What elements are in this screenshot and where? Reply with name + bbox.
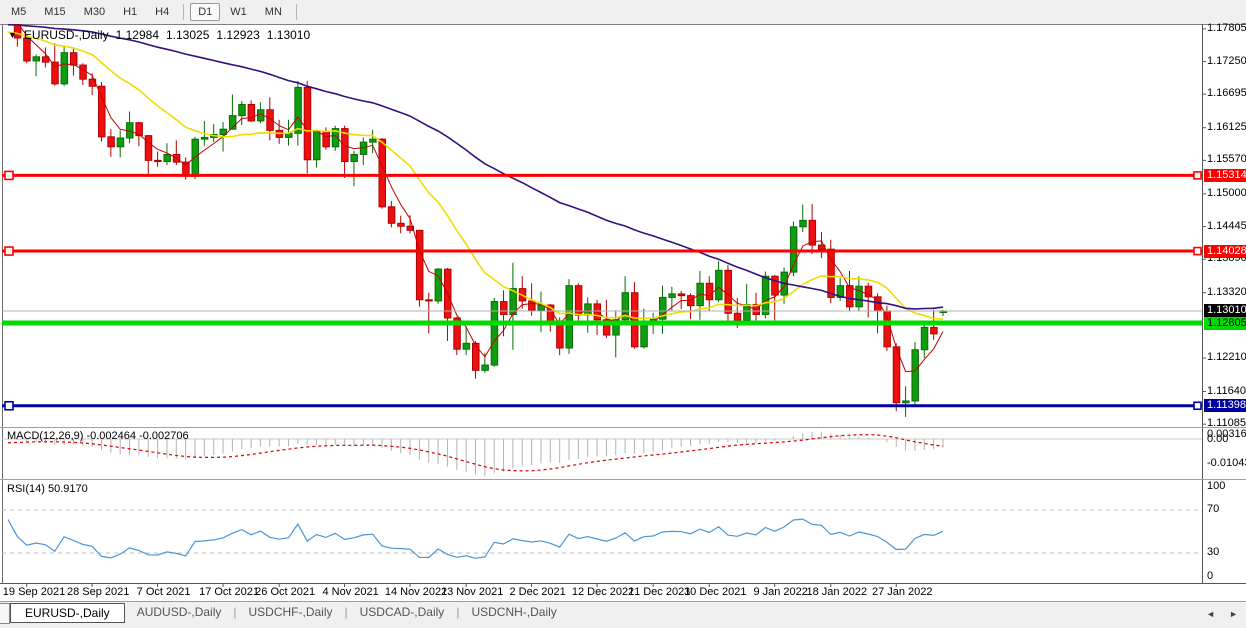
date-tick-label: 18 Jan 2022 [807, 586, 868, 598]
toolbar-separator [296, 4, 297, 20]
chart-tab-usdcnh[interactable]: USDCNH-,Daily [459, 603, 568, 621]
ohlc-low: 1.12923 [216, 28, 259, 42]
tab-strip-edge [0, 603, 10, 624]
price-tick-label: 1.11640 [1207, 385, 1246, 397]
date-tick-label: 28 Sep 2021 [67, 586, 129, 598]
price-tick-label: 1.16125 [1207, 121, 1246, 133]
resistance-line-2-right-marker[interactable] [1194, 248, 1201, 255]
support-line-2-right-marker[interactable] [1194, 402, 1201, 409]
chart-panel: ▼ EURUSD-,Daily 1.12984 1.13025 1.12923 … [0, 24, 1246, 601]
resistance-line-1-left-marker[interactable] [5, 171, 13, 179]
price-tick-label: 1.17250 [1207, 55, 1246, 67]
date-tick-label: 26 Oct 2021 [255, 586, 315, 598]
toolbar-separator [183, 4, 184, 20]
chart-tab-usdchf[interactable]: USDCHF-,Daily [237, 603, 345, 621]
support-line-2-left-marker[interactable] [5, 402, 13, 410]
date-tick-label: 7 Oct 2021 [137, 586, 191, 598]
rsi-line [8, 519, 943, 558]
date-tick-label: 2 Dec 2021 [509, 586, 565, 598]
price-tick-label: 1.14445 [1207, 220, 1246, 232]
tab-scroll-left-icon[interactable]: ◄ [1206, 609, 1215, 619]
timeframe-button-m5[interactable]: M5 [3, 3, 34, 21]
price-tick-label: 1.12210 [1207, 351, 1246, 363]
main-price-pane [5, 24, 947, 417]
chart-canvas [0, 24, 1246, 601]
price-tick-label: 1.17805 [1207, 22, 1246, 34]
date-tick-label: 14 Nov 2021 [385, 586, 447, 598]
timeframe-button-m15[interactable]: M15 [36, 3, 73, 21]
ma-mid-line [8, 32, 943, 319]
support-line-2-price-label: 1.11398 [1204, 399, 1246, 412]
rsi-indicator-label: RSI(14) 50.9170 [7, 483, 88, 495]
date-tick-label: 12 Dec 2021 [572, 586, 634, 598]
timeframe-button-m30[interactable]: M30 [76, 3, 113, 21]
rsi-scale-30: 30 [1207, 546, 1219, 558]
rsi-pane [8, 519, 943, 558]
ohlc-high: 1.13025 [166, 28, 209, 42]
macd-scale-zero: 0.00 [1207, 433, 1228, 445]
ma-fast-line [8, 24, 943, 372]
support-line-1-price-label: 1.12805 [1204, 317, 1246, 330]
timeframe-button-d1[interactable]: D1 [190, 3, 220, 21]
date-tick-label: 17 Oct 2021 [199, 586, 259, 598]
current-bid-line-price-label: 1.13010 [1204, 304, 1246, 317]
chart-title-bar: ▼ EURUSD-,Daily 1.12984 1.13025 1.12923 … [8, 28, 310, 42]
price-tick-label: 1.13320 [1207, 286, 1246, 298]
chart-tab-audusd[interactable]: AUDUSD-,Daily [125, 603, 234, 621]
macd-scale-min: -0.010432 [1207, 457, 1246, 469]
ohlc-open: 1.12984 [116, 28, 159, 42]
price-tick-label: 1.15000 [1207, 187, 1246, 199]
chart-tabs: EURUSD-,DailyAUDUSD-,Daily|USDCHF-,Daily… [10, 603, 569, 623]
resistance-line-2-left-marker[interactable] [5, 247, 13, 255]
mt4-window: M5M15M30H1H4 D1W1MN ▼ EURUSD-,Daily 1.129… [0, 0, 1246, 628]
price-tick-label: 1.15570 [1207, 153, 1246, 165]
resistance-line-2-price-label: 1.14028 [1204, 245, 1246, 258]
tab-scroll-buttons: ◄ ► [1206, 609, 1238, 619]
tab-scroll-right-icon[interactable]: ► [1229, 609, 1238, 619]
date-tick-label: 30 Dec 2021 [684, 586, 746, 598]
chart-tab-bar: EURUSD-,DailyAUDUSD-,Daily|USDCHF-,Daily… [0, 601, 1246, 628]
rsi-scale-70: 70 [1207, 503, 1219, 515]
price-tick-label: 1.16695 [1207, 87, 1246, 99]
rsi-scale-0: 0 [1207, 570, 1213, 582]
date-axis: 19 Sep 202128 Sep 2021 7 Oct 2021 17 Oct 2… [0, 584, 1246, 601]
chart-tab-eurusd[interactable]: EURUSD-,Daily [10, 603, 125, 623]
resistance-line-1-price-label: 1.15314 [1204, 169, 1246, 182]
timeframe-button-w1[interactable]: W1 [222, 3, 255, 21]
timeframe-button-mn[interactable]: MN [257, 3, 290, 21]
date-tick-label: 19 Sep 2021 [3, 586, 65, 598]
resistance-line-1-right-marker[interactable] [1194, 172, 1201, 179]
date-tick-label: 4 Nov 2021 [322, 586, 378, 598]
ma-slow-line [8, 25, 943, 309]
ohlc-close: 1.13010 [267, 28, 310, 42]
timeframe-button-h1[interactable]: H1 [115, 3, 145, 21]
timeframe-toolbar: M5M15M30H1H4 D1W1MN [0, 0, 1246, 24]
date-tick-label: 9 Jan 2022 [753, 586, 807, 598]
candles-layer [5, 24, 947, 417]
symbol-dropdown-icon[interactable]: ▼ [8, 30, 17, 40]
rsi-scale-100: 100 [1207, 480, 1225, 492]
price-axis: 1.17805 1.17250 1.16695 1.16125 1.15570 1.150… [1202, 24, 1246, 601]
date-tick-label: 23 Nov 2021 [441, 586, 503, 598]
date-tick-label: 21 Dec 2021 [628, 586, 690, 598]
date-tick-label: 27 Jan 2022 [872, 586, 933, 598]
timeframe-button-h4[interactable]: H4 [147, 3, 177, 21]
chart-title-symbol: EURUSD-,Daily [24, 28, 109, 42]
chart-tab-usdcad[interactable]: USDCAD-,Daily [348, 603, 457, 621]
macd-indicator-label: MACD(12,26,9) -0.002464 -0.002706 [7, 430, 189, 442]
